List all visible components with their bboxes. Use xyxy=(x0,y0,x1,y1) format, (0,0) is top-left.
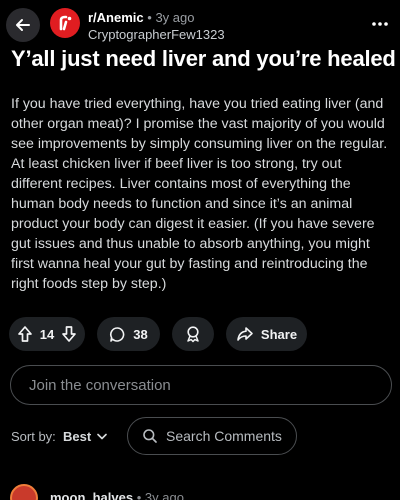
downvote-icon[interactable] xyxy=(61,325,77,343)
post-header: r/Anemic • 3y ago CryptographerFew1323 xyxy=(0,0,400,46)
vote-count: 14 xyxy=(39,326,55,342)
comment-bubble-icon xyxy=(110,326,125,342)
back-button[interactable] xyxy=(6,8,40,42)
separator-dot: • xyxy=(147,10,152,25)
post-author[interactable]: CryptographerFew1323 xyxy=(88,27,225,42)
first-comment: moon_halves • 3y ago xyxy=(0,478,400,500)
separator-dot: • xyxy=(136,490,142,500)
subreddit-avatar[interactable] xyxy=(50,8,80,38)
share-button[interactable]: Share xyxy=(226,317,307,351)
more-options-button[interactable] xyxy=(370,14,390,34)
reply-placeholder: Join the conversation xyxy=(29,376,171,394)
comment-meta: moon_halves • 3y ago xyxy=(50,490,184,500)
comment-age: 3y ago xyxy=(144,490,184,500)
comments-button[interactable]: 38 xyxy=(97,317,160,351)
award-button[interactable] xyxy=(172,317,214,351)
comment-username[interactable]: moon_halves xyxy=(50,490,133,500)
comment-count: 38 xyxy=(133,326,148,342)
reddit-r-logo xyxy=(59,15,72,31)
post-title: Y’all just need liver and you’re healed xyxy=(11,46,396,71)
sort-value: Best xyxy=(63,429,92,444)
subreddit-line: r/Anemic • 3y ago xyxy=(88,10,195,25)
join-conversation-input[interactable]: Join the conversation xyxy=(10,365,392,405)
arrow-left-icon xyxy=(16,19,30,31)
sort-dropdown[interactable]: Best xyxy=(63,429,107,444)
more-horizontal-icon xyxy=(372,22,388,26)
upvote-icon[interactable] xyxy=(17,325,33,343)
chevron-down-icon xyxy=(97,433,107,440)
post-age: 3y ago xyxy=(155,10,195,25)
avatar[interactable] xyxy=(10,484,38,500)
share-arrow-icon xyxy=(237,327,253,341)
award-icon xyxy=(187,326,199,343)
post-body: If you have tried everything, have you t… xyxy=(11,96,388,292)
sort-label: Sort by: xyxy=(11,429,56,444)
search-comments-placeholder: Search Comments xyxy=(166,428,282,444)
search-icon xyxy=(143,429,157,443)
post-detail-screen: r/Anemic • 3y ago CryptographerFew1323 Y… xyxy=(0,0,400,500)
share-label: Share xyxy=(260,326,298,342)
search-comments-input[interactable]: Search Comments xyxy=(127,417,297,455)
subreddit-name[interactable]: r/Anemic xyxy=(88,10,144,25)
vote-control: 14 xyxy=(9,317,85,351)
